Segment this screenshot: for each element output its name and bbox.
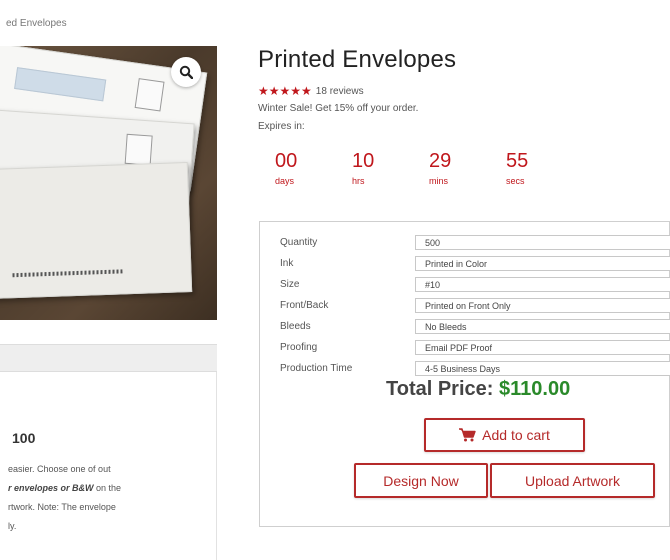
- promo-text: Winter Sale! Get 15% off your order.: [258, 103, 419, 114]
- option-ink: Ink Printed in Color: [280, 255, 670, 272]
- option-label: Bleeds: [280, 321, 311, 332]
- option-quantity: Quantity 500: [280, 234, 670, 251]
- star-rating-icon: ★★★★★: [258, 84, 312, 98]
- product-image[interactable]: [0, 46, 217, 320]
- cart-icon: [459, 428, 476, 442]
- column-divider: [216, 372, 217, 560]
- product-title: Printed Envelopes: [258, 46, 457, 73]
- reviews-link[interactable]: 18 reviews: [316, 86, 364, 97]
- countdown-unit: secs: [506, 176, 525, 186]
- option-production-time: Production Time 4-5 Business Days: [280, 360, 670, 377]
- description-title: 100: [12, 430, 36, 446]
- option-bleeds: Bleeds No Bleeds: [280, 318, 670, 335]
- countdown-value: 10: [352, 150, 375, 172]
- total-price-label: Total Price:: [386, 378, 494, 400]
- countdown-value: 00: [275, 150, 298, 172]
- countdown-unit: hrs: [352, 176, 365, 186]
- option-label: Front/Back: [280, 300, 329, 311]
- design-now-button[interactable]: Design Now: [354, 463, 488, 498]
- add-to-cart-button[interactable]: Add to cart: [424, 418, 585, 452]
- countdown-timer: 00 days 10 hrs 29 mins 55 secs: [258, 150, 566, 186]
- countdown-minutes: 29 mins: [412, 150, 489, 186]
- countdown-days: 00 days: [258, 150, 335, 186]
- production-time-select[interactable]: 4-5 Business Days: [415, 361, 670, 376]
- expires-label: Expires in:: [258, 121, 305, 132]
- magnifier-icon: [179, 65, 193, 79]
- total-price-amount: $110.00: [499, 378, 571, 400]
- product-rating[interactable]: ★★★★★ 18 reviews: [258, 84, 364, 98]
- option-label: Ink: [280, 258, 294, 269]
- countdown-seconds: 55 secs: [489, 150, 566, 186]
- countdown-value: 29: [429, 150, 452, 172]
- front-back-select[interactable]: Printed on Front Only: [415, 298, 670, 313]
- proofing-select[interactable]: Email PDF Proof: [415, 340, 670, 355]
- option-proofing: Proofing Email PDF Proof: [280, 339, 670, 356]
- bleeds-select[interactable]: No Bleeds: [415, 319, 670, 334]
- countdown-hours: 10 hrs: [335, 150, 412, 186]
- zoom-button[interactable]: [171, 57, 201, 87]
- description-line: r envelopes or B&W on the: [8, 479, 213, 498]
- countdown-unit: days: [275, 176, 295, 186]
- description-emphasis: r envelopes or B&W: [8, 483, 94, 493]
- countdown-unit: mins: [429, 176, 449, 186]
- option-label: Production Time: [280, 363, 353, 374]
- quantity-select[interactable]: 500: [415, 235, 670, 250]
- option-size: Size #10: [280, 276, 670, 293]
- total-price: Total Price: $110.00: [386, 378, 570, 401]
- option-front-back: Front/Back Printed on Front Only: [280, 297, 670, 314]
- description-text: easier. Choose one of out r envelopes or…: [8, 460, 213, 536]
- envelope-image-part: [0, 162, 193, 300]
- breadcrumb[interactable]: ed Envelopes: [6, 18, 67, 29]
- countdown-value: 55: [506, 150, 529, 172]
- option-label: Quantity: [280, 237, 318, 248]
- description-tab-bar[interactable]: [0, 344, 217, 372]
- ink-select[interactable]: Printed in Color: [415, 256, 670, 271]
- option-label: Size: [280, 279, 300, 290]
- option-label: Proofing: [280, 342, 318, 353]
- add-to-cart-label: Add to cart: [482, 427, 550, 443]
- description-line: rtwork. Note: The envelope: [8, 502, 116, 512]
- description-line: easier. Choose one of out: [8, 464, 111, 474]
- description-line: ly.: [8, 521, 17, 531]
- size-select[interactable]: #10: [415, 277, 670, 292]
- upload-artwork-button[interactable]: Upload Artwork: [490, 463, 655, 498]
- description-line-rest: on the: [93, 483, 122, 493]
